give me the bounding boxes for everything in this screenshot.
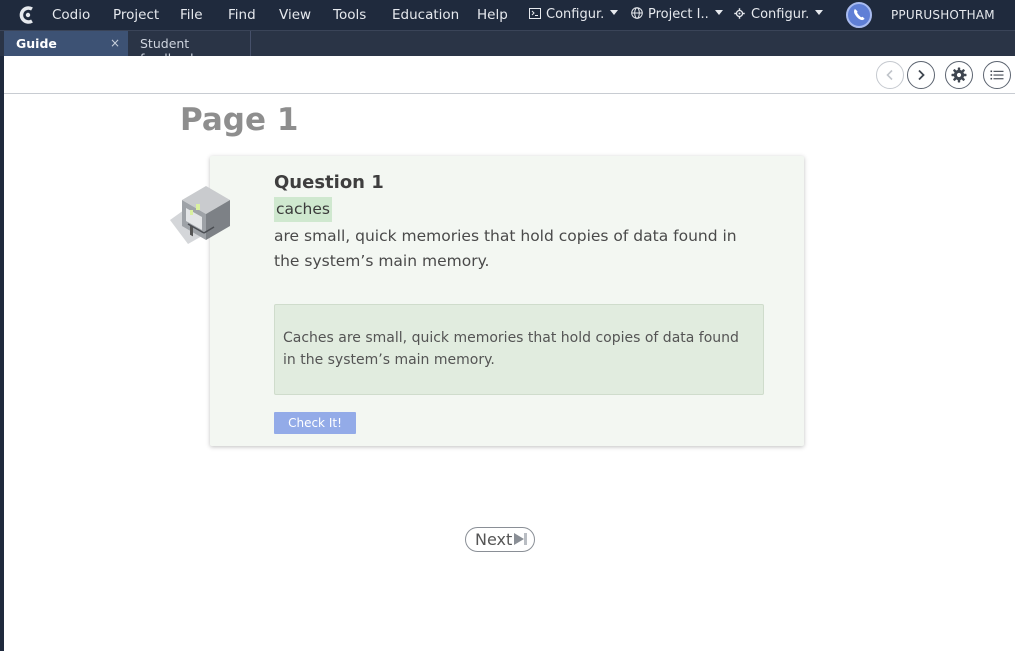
dropdown-label: Configur. xyxy=(546,7,605,22)
configure-dropdown-terminal[interactable]: Configur. xyxy=(529,7,619,22)
question-illustration-icon xyxy=(170,186,230,244)
phone-icon xyxy=(854,9,865,21)
menu-item-file[interactable]: File xyxy=(180,7,203,23)
caret-down-icon xyxy=(815,10,824,15)
list-icon xyxy=(990,70,1004,80)
answer-input[interactable]: caches xyxy=(274,197,332,222)
chevron-left-icon xyxy=(886,69,893,81)
feedback-text: Caches are small, quick memories that ho… xyxy=(283,330,739,368)
table-of-contents-button[interactable] xyxy=(983,61,1011,89)
menu-item-codio[interactable]: Codio xyxy=(52,7,90,23)
play-bar-icon xyxy=(524,533,527,545)
tab-guide[interactable]: Guide × xyxy=(4,31,128,57)
menu-item-education[interactable]: Education xyxy=(392,7,459,23)
username[interactable]: PPURUSHOTHAM xyxy=(891,8,995,22)
dropdown-label: Configur. xyxy=(751,7,810,22)
configure-dropdown-settings[interactable]: Configur. xyxy=(734,7,824,22)
menu-item-tools[interactable]: Tools xyxy=(333,7,366,23)
codio-logo-icon[interactable] xyxy=(18,5,38,25)
next-button[interactable]: Next xyxy=(465,527,535,552)
menu-item-view[interactable]: View xyxy=(279,7,311,23)
question-text: are small, quick memories that hold copi… xyxy=(274,227,737,270)
tab-label: Guide xyxy=(16,36,57,51)
phone-call-button[interactable] xyxy=(846,2,872,28)
next-page-button[interactable] xyxy=(907,61,935,89)
check-it-button[interactable]: Check It! xyxy=(274,412,356,434)
menu-item-find[interactable]: Find xyxy=(228,7,256,23)
gear-icon xyxy=(734,8,745,19)
menu-item-project[interactable]: Project xyxy=(113,7,159,23)
project-index-dropdown[interactable]: Project I.. xyxy=(631,7,723,22)
tab-bar: Guide × Student feedback xyxy=(0,30,1015,66)
menu-item-help[interactable]: Help xyxy=(477,7,508,23)
guide-settings-button[interactable] xyxy=(945,61,973,89)
dropdown-label: Project I.. xyxy=(648,7,709,22)
next-label: Next xyxy=(475,530,513,549)
globe-icon xyxy=(631,7,643,19)
terminal-icon xyxy=(529,8,541,19)
question-title: Question 1 xyxy=(274,172,384,193)
previous-page-button[interactable] xyxy=(876,61,904,89)
chevron-right-icon xyxy=(918,69,925,81)
play-icon xyxy=(514,533,524,545)
guide-toolbar xyxy=(4,56,1015,94)
caret-down-icon xyxy=(714,10,723,15)
page-title: Page 1 xyxy=(180,102,299,138)
close-icon[interactable]: × xyxy=(110,36,120,50)
caret-down-icon xyxy=(610,10,619,15)
tab-student-feedback[interactable]: Student feedback xyxy=(128,31,251,66)
menu-bar: Codio Project File Find View Tools Educa… xyxy=(0,0,1015,30)
gear-icon xyxy=(951,67,967,83)
left-edge-bar xyxy=(0,56,4,651)
feedback-box: Caches are small, quick memories that ho… xyxy=(274,304,764,395)
